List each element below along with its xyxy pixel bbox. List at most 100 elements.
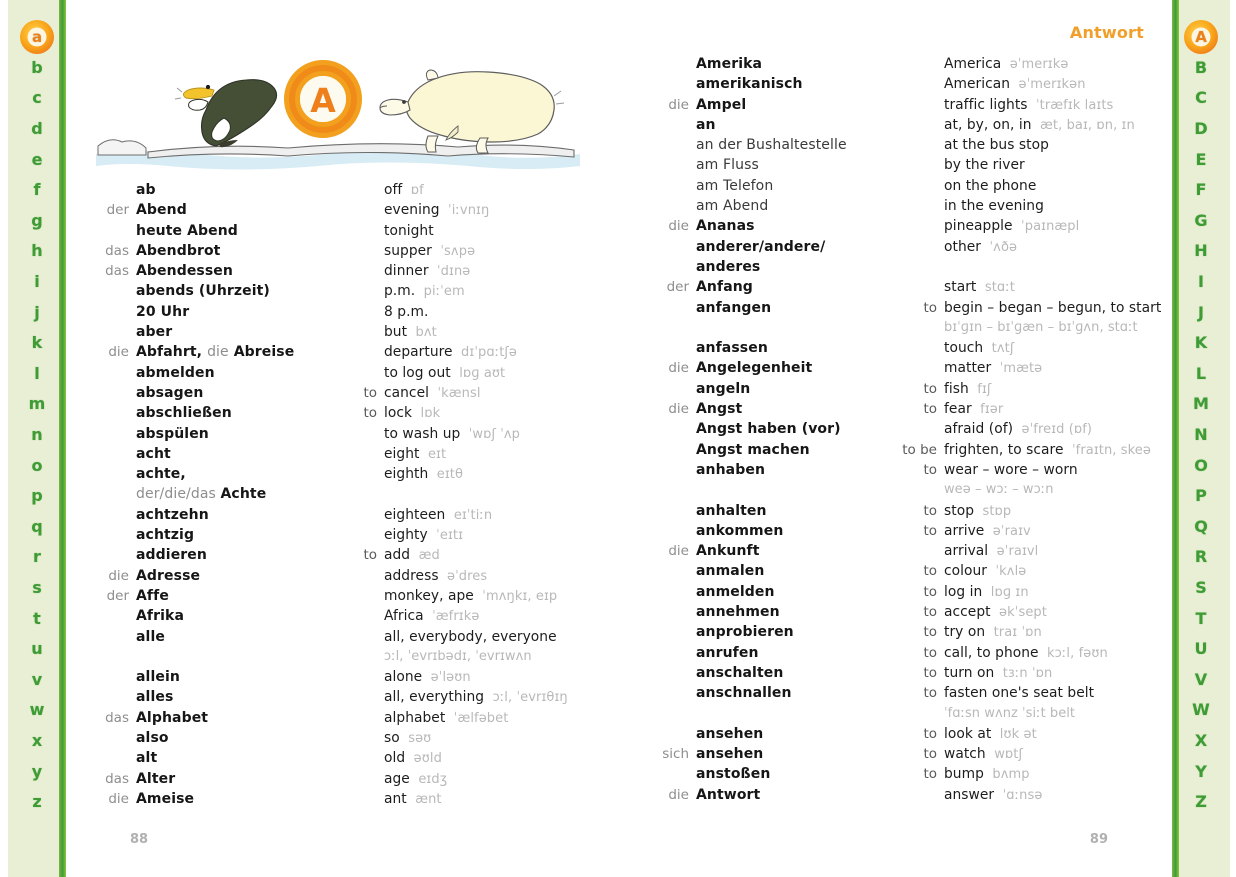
alphabet-tab-lower-e[interactable]: e xyxy=(20,144,54,175)
dictionary-entry-row: anfassen touch tʌtʃ xyxy=(654,340,1154,360)
entry-german-headword: addieren xyxy=(136,547,207,564)
entry-ipa-pronunciation: ˈpaɪnæpl xyxy=(1012,219,1080,235)
alphabet-tab-upper-o[interactable]: O xyxy=(1184,450,1218,481)
alphabet-tab-upper-c[interactable]: C xyxy=(1184,83,1218,114)
entry-verb-particle: to xyxy=(923,401,937,418)
entry-english-translation: traffic lights ˈtræfɪk laɪts xyxy=(944,96,1114,113)
alphabet-tab-upper-w[interactable]: W xyxy=(1184,695,1218,726)
alphabet-tab-upper-n[interactable]: N xyxy=(1184,420,1218,451)
entry-ipa-pronunciation: ˈmʌŋkɪ, eɪp xyxy=(473,588,558,604)
entry-german-headword: heute Abend xyxy=(136,222,238,239)
entry-english-translation: bump bʌmp xyxy=(944,766,1030,783)
left-page-entry-list: ab off ɒf der Abend evening ˈiːvnɪŋ heute Abe… xyxy=(94,182,614,811)
alphabet-tab-lower-r[interactable]: r xyxy=(20,542,54,573)
alphabet-tab-lower-t[interactable]: t xyxy=(20,603,54,634)
entry-ipa-pronunciation: ɔːl, ˈevrɪθɪŋ xyxy=(484,690,568,706)
alphabet-tab-lower-x[interactable]: x xyxy=(20,726,54,757)
alphabet-tab-lower-n[interactable]: n xyxy=(20,420,54,451)
alphabet-tab-upper-r[interactable]: R xyxy=(1184,542,1218,573)
alphabet-tab-lower-o[interactable]: o xyxy=(20,450,54,481)
entry-ipa-pronunciation: əʊld xyxy=(405,751,442,767)
entry-article: die xyxy=(668,786,689,803)
alphabet-tab-lower-y[interactable]: y xyxy=(20,756,54,787)
entry-german-headword: Alter xyxy=(136,770,176,787)
alphabet-tab-upper-g[interactable]: G xyxy=(1184,206,1218,237)
dictionary-entry-row: die Antwort answer ˈɑːnsə xyxy=(654,787,1154,807)
alphabet-tab-lower-s[interactable]: s xyxy=(20,573,54,604)
alphabet-tab-upper-l[interactable]: L xyxy=(1184,359,1218,390)
alphabet-tab-lower-i[interactable]: i xyxy=(20,267,54,298)
alphabet-tab-lower-c[interactable]: c xyxy=(20,83,54,114)
dictionary-entry-row: das Alter age eɪdʒ xyxy=(94,771,614,791)
alphabet-tab-upper-q[interactable]: Q xyxy=(1184,512,1218,543)
entry-german-headword: ansehen xyxy=(696,746,764,763)
entry-german-headword: Abendbrot xyxy=(136,242,221,259)
alphabet-index-right[interactable]: ABCDEFGHIJKLMNOPQRSTUVWXYZ xyxy=(1172,0,1230,877)
page-number-right: 89 xyxy=(1089,832,1108,847)
alphabet-tab-lower-q[interactable]: q xyxy=(20,512,54,543)
entry-english-translation: pineapple ˈpaɪnæpl xyxy=(944,218,1080,235)
entry-english-translation: eighth eɪtθ xyxy=(384,466,464,483)
alphabet-tab-lower-w[interactable]: w xyxy=(20,695,54,726)
entry-english-translation: but bʌt xyxy=(384,324,437,341)
alphabet-tab-upper-t[interactable]: T xyxy=(1184,603,1218,634)
alphabet-tab-upper-a[interactable]: A xyxy=(1184,20,1218,55)
dictionary-entry-row: abends (Uhrzeit) p.m. piːˈem xyxy=(94,283,614,303)
entry-ipa-pronunciation: ˈɑːnsə xyxy=(994,787,1043,803)
alphabet-tab-lower-u[interactable]: u xyxy=(20,634,54,665)
alphabet-tab-lower-v[interactable]: v xyxy=(20,664,54,695)
alphabet-tab-lower-k[interactable]: k xyxy=(20,328,54,359)
entry-english-translation: other ˈʌðə xyxy=(944,238,1018,255)
entry-ipa-pronunciation: eɪdʒ xyxy=(409,771,448,787)
entry-english-translation: departure dɪˈpɑːtʃə xyxy=(384,344,517,361)
alphabet-tab-upper-s[interactable]: S xyxy=(1184,573,1218,604)
entry-ipa-pronunciation: ˈkʌlə xyxy=(987,564,1027,580)
alphabet-tab-lower-z[interactable]: z xyxy=(20,787,54,818)
entry-ipa-pronunciation: dɪˈpɑːtʃə xyxy=(452,345,517,361)
alphabet-tab-upper-k[interactable]: K xyxy=(1184,328,1218,359)
alphabet-tab-upper-x[interactable]: X xyxy=(1184,726,1218,757)
entry-german-headword: allein xyxy=(136,669,180,686)
alphabet-tab-lower-f[interactable]: f xyxy=(20,175,54,206)
alphabet-tab-upper-v[interactable]: V xyxy=(1184,664,1218,695)
alphabet-tab-upper-z[interactable]: Z xyxy=(1184,787,1218,818)
entry-english-translation: ant ænt xyxy=(384,790,442,807)
alphabet-tab-lower-g[interactable]: g xyxy=(20,206,54,237)
entry-german-headword: achtzig xyxy=(136,527,195,544)
entry-english-translation: answer ˈɑːnsə xyxy=(944,786,1043,803)
alphabet-tab-lower-a[interactable]: a xyxy=(20,20,54,55)
alphabet-tab-upper-i[interactable]: I xyxy=(1184,267,1218,298)
alphabet-tab-lower-b[interactable]: b xyxy=(20,53,54,84)
entry-german-headword: Antwort xyxy=(696,786,761,803)
alphabet-tab-lower-j[interactable]: j xyxy=(20,297,54,328)
dictionary-entry-row: an der Bushaltestelle at the bus stop xyxy=(654,137,1154,157)
alphabet-letters-uppercase[interactable]: ABCDEFGHIJKLMNOPQRSTUVWXYZ xyxy=(1184,20,1218,818)
alphabet-tab-upper-y[interactable]: Y xyxy=(1184,756,1218,787)
alphabet-tab-lower-d[interactable]: d xyxy=(20,114,54,145)
alphabet-tab-upper-d[interactable]: D xyxy=(1184,114,1218,145)
alphabet-tab-upper-h[interactable]: H xyxy=(1184,236,1218,267)
entry-german-headword: Abfahrt, die Abreise xyxy=(136,344,336,360)
alphabet-tab-lower-p[interactable]: p xyxy=(20,481,54,512)
dictionary-entry-row: anstoßen to bump bʌmp xyxy=(654,766,1154,786)
alphabet-index-left[interactable]: abcdefghijklmnopqrstuvwxyz xyxy=(8,0,66,877)
alphabet-tab-upper-u[interactable]: U xyxy=(1184,634,1218,665)
alphabet-tab-upper-p[interactable]: P xyxy=(1184,481,1218,512)
alphabet-tab-upper-f[interactable]: F xyxy=(1184,175,1218,206)
alphabet-tab-upper-e[interactable]: E xyxy=(1184,144,1218,175)
dictionary-entry-row: annehmen to accept əkˈsept xyxy=(654,604,1154,624)
alphabet-tab-upper-b[interactable]: B xyxy=(1184,53,1218,84)
alphabet-tab-lower-m[interactable]: m xyxy=(20,389,54,420)
alphabet-tab-lower-h[interactable]: h xyxy=(20,236,54,267)
alphabet-tab-upper-m[interactable]: M xyxy=(1184,389,1218,420)
entry-german-headword: anrufen xyxy=(696,644,759,661)
dictionary-entry-row: Amerika America əˈmerɪkə xyxy=(654,56,1154,76)
dictionary-entry-row: die Ankunft arrival əˈraɪvl xyxy=(654,543,1154,563)
alphabet-letters-lowercase[interactable]: abcdefghijklmnopqrstuvwxyz xyxy=(20,20,54,818)
entry-article: der xyxy=(106,587,129,604)
alphabet-tab-lower-l[interactable]: l xyxy=(20,359,54,390)
entry-german-headword: abmelden xyxy=(136,364,215,381)
entry-english-translation: American əˈmerɪkən xyxy=(944,76,1086,93)
entry-ipa-pronunciation: lɒɡ aʊt xyxy=(450,365,506,381)
alphabet-tab-upper-j[interactable]: J xyxy=(1184,297,1218,328)
